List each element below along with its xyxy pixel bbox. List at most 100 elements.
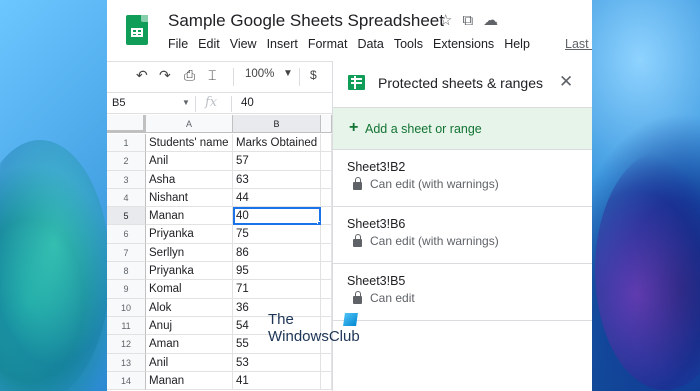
column-header-b[interactable]: B	[233, 115, 321, 133]
table-row: 6 Priyanka 75	[107, 225, 332, 244]
row-header[interactable]: 4	[107, 188, 146, 208]
row-header[interactable]: 6	[107, 225, 146, 244]
row-header[interactable]: 13	[107, 353, 146, 372]
cell-a[interactable]: Priyanka	[146, 225, 233, 244]
formula-input[interactable]: 40	[241, 97, 254, 109]
grid-rows: 1 Students' name Marks Obtained 2 Anil 5…	[107, 134, 332, 391]
fx-icon: fx	[205, 95, 218, 110]
protected-range-item[interactable]: Sheet3!B2 Can edit (with warnings)	[333, 150, 592, 207]
menu-view[interactable]: View	[230, 37, 257, 51]
row-header[interactable]: 11	[107, 316, 146, 336]
menu-format[interactable]: Format	[308, 37, 348, 51]
cell-c[interactable]	[321, 262, 332, 281]
chevron-down-icon[interactable]: ▼	[182, 98, 190, 107]
lock-icon	[353, 291, 362, 304]
cell-a[interactable]: Anil	[146, 353, 233, 372]
cell-a[interactable]: Komal	[146, 280, 233, 299]
star-icon[interactable]: ☆	[439, 12, 452, 30]
lock-icon	[353, 177, 362, 190]
row-header[interactable]: 8	[107, 262, 146, 281]
cell-c[interactable]	[321, 280, 332, 299]
close-icon[interactable]: ✕	[559, 72, 573, 92]
cell-b[interactable]: 41	[233, 371, 321, 391]
cell-b[interactable]: 75	[233, 225, 321, 244]
menu-data[interactable]: Data	[357, 37, 383, 51]
add-sheet-or-range-button[interactable]: + Add a sheet or range	[333, 107, 592, 150]
cell-a[interactable]: Manan	[146, 207, 233, 226]
cell-c[interactable]	[321, 243, 332, 263]
table-row: 4 Nishant 44	[107, 188, 332, 208]
menu-edit[interactable]: Edit	[198, 37, 220, 51]
cell-a[interactable]: Priyanka	[146, 262, 233, 281]
cell-a[interactable]: Anuj	[146, 316, 233, 336]
spreadsheet-grid: A B 1 Students' name Marks Obtained 2 An…	[107, 115, 332, 391]
undo-icon[interactable]: ↶	[136, 67, 148, 84]
row-header[interactable]: 1	[107, 134, 146, 153]
cell-b[interactable]: Marks Obtained	[233, 134, 321, 153]
range-permission: Can edit	[370, 291, 415, 305]
redo-icon[interactable]: ↷	[159, 67, 171, 84]
cell-a[interactable]: Serllyn	[146, 243, 233, 263]
row-header[interactable]: 5	[107, 207, 146, 226]
protected-range-item[interactable]: Sheet3!B6 Can edit (with warnings)	[333, 207, 592, 264]
name-box[interactable]: B5	[112, 97, 125, 109]
cell-b[interactable]: 86	[233, 243, 321, 263]
menu-extensions[interactable]: Extensions	[433, 37, 494, 51]
chevron-down-icon[interactable]: ▼	[283, 68, 293, 79]
cell-a[interactable]: Aman	[146, 335, 233, 354]
protected-ranges-panel: Protected sheets & ranges ✕ + Add a shee…	[332, 61, 592, 391]
menu-tools[interactable]: Tools	[394, 37, 423, 51]
table-row: 9 Komal 71	[107, 280, 332, 299]
last-edit-link[interactable]: Last e	[565, 37, 592, 51]
protected-range-item[interactable]: Sheet3!B5 Can edit	[333, 264, 592, 321]
cell-c[interactable]	[321, 170, 332, 189]
cell-c[interactable]	[321, 134, 332, 153]
watermark: The WindowsClub	[268, 312, 360, 346]
cell-a[interactable]: Nishant	[146, 188, 233, 208]
paint-format-icon[interactable]: ⌶	[208, 67, 216, 84]
sheets-logo-icon[interactable]	[126, 15, 148, 45]
table-row: 13 Anil 53	[107, 353, 332, 372]
document-title[interactable]: Sample Google Sheets Spreadsheet	[168, 11, 444, 31]
cell-a[interactable]: Anil	[146, 152, 233, 171]
cell-b[interactable]: 44	[233, 188, 321, 208]
row-header[interactable]: 10	[107, 298, 146, 317]
column-header-c[interactable]	[321, 115, 332, 133]
cell-a[interactable]: Manan	[146, 371, 233, 391]
menu-insert[interactable]: Insert	[267, 37, 298, 51]
row-header[interactable]: 12	[107, 335, 146, 354]
zoom-select[interactable]: 100%	[245, 68, 274, 80]
cell-a[interactable]: Alok	[146, 298, 233, 317]
currency-format-button[interactable]: $	[310, 68, 317, 82]
row-header[interactable]: 14	[107, 371, 146, 391]
row-header[interactable]: 3	[107, 170, 146, 189]
row-header[interactable]: 9	[107, 280, 146, 299]
menu-help[interactable]: Help	[504, 37, 530, 51]
column-header-a[interactable]: A	[146, 115, 233, 133]
cell-b[interactable]: 57	[233, 152, 321, 171]
cell-a[interactable]: Asha	[146, 170, 233, 189]
menu-file[interactable]: File	[168, 37, 188, 51]
cell-b[interactable]: 53	[233, 353, 321, 372]
cell-c[interactable]	[321, 353, 332, 372]
divider	[195, 96, 196, 112]
selected-cell-b5[interactable]: 40	[233, 207, 321, 226]
cell-c[interactable]	[321, 207, 332, 226]
row-header[interactable]: 7	[107, 243, 146, 263]
panel-title: Protected sheets & ranges	[378, 75, 543, 91]
divider	[231, 96, 232, 112]
cell-c[interactable]	[321, 152, 332, 171]
cell-c[interactable]	[321, 225, 332, 244]
row-header[interactable]: 2	[107, 152, 146, 171]
move-to-folder-icon[interactable]: ⧉	[462, 12, 473, 30]
cell-b[interactable]: 95	[233, 262, 321, 281]
cell-c[interactable]	[321, 371, 332, 391]
cloud-status-icon[interactable]: ☁	[483, 12, 498, 30]
table-row: 14 Manan 41	[107, 371, 332, 391]
cell-a[interactable]: Students' name	[146, 134, 233, 153]
select-all-corner[interactable]	[107, 115, 146, 133]
cell-b[interactable]: 71	[233, 280, 321, 299]
cell-b[interactable]: 63	[233, 170, 321, 189]
print-icon[interactable]: ⎙	[184, 67, 195, 84]
cell-c[interactable]	[321, 188, 332, 208]
